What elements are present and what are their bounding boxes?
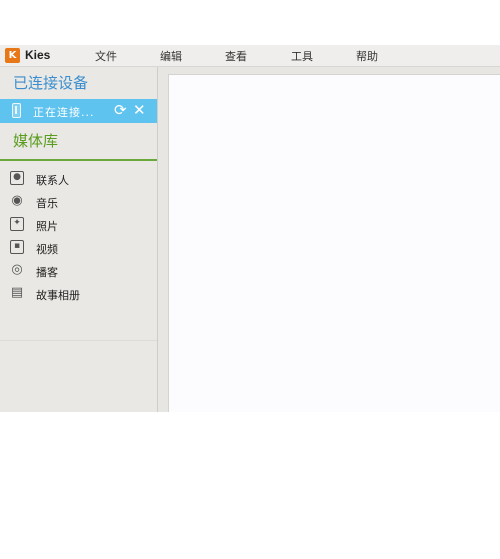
- library-item-music[interactable]: ◉ 音乐: [0, 191, 157, 213]
- menu-view[interactable]: 查看: [225, 48, 247, 64]
- library-item-label: 故事相册: [36, 289, 80, 302]
- menu-file[interactable]: 文件: [95, 48, 117, 64]
- sidebar: 已连接设备 正在连接... ⟳ ✕ 媒体库 ● 联系人 ◉ 音乐 ✦ 照片 ▪ …: [0, 67, 158, 412]
- kies-window: K Kies 文件 编辑 查看 工具 帮助 已连接设备 正在连接... ⟳ ✕ …: [0, 45, 500, 412]
- library-item-label: 视频: [36, 243, 58, 256]
- media-library-divider: [0, 159, 157, 161]
- device-row-connecting[interactable]: 正在连接... ⟳ ✕: [0, 99, 157, 123]
- podcast-icon: ◎: [11, 262, 23, 277]
- menu-help[interactable]: 帮助: [356, 48, 378, 64]
- menu-tools[interactable]: 工具: [291, 48, 313, 64]
- library-item-photos[interactable]: ✦ 照片: [0, 214, 157, 236]
- connected-devices-title: 已连接设备: [13, 74, 89, 92]
- phone-icon: [12, 103, 21, 118]
- media-library-title: 媒体库: [13, 132, 59, 150]
- contacts-icon: ●: [10, 171, 24, 185]
- refresh-icon[interactable]: ⟳: [114, 102, 127, 119]
- story-album-icon: ▤: [10, 285, 24, 300]
- menu-bar: K Kies 文件 编辑 查看 工具 帮助: [0, 45, 500, 67]
- library-item-contacts[interactable]: ● 联系人: [0, 168, 157, 190]
- photo-icon: ✦: [10, 217, 24, 231]
- library-item-label: 播客: [36, 266, 58, 279]
- library-item-label: 联系人: [36, 174, 69, 187]
- device-status-label: 正在连接...: [33, 106, 95, 119]
- music-icon: ◉: [11, 193, 23, 208]
- app-title: Kies: [25, 48, 51, 62]
- menu-edit[interactable]: 编辑: [160, 48, 182, 64]
- main-content-panel: [168, 74, 500, 412]
- library-item-label: 音乐: [36, 197, 58, 210]
- kies-logo-icon: K: [5, 48, 20, 63]
- library-list-divider: [0, 340, 157, 341]
- close-icon[interactable]: ✕: [133, 102, 146, 119]
- library-item-videos[interactable]: ▪ 视频: [0, 237, 157, 259]
- library-item-podcasts[interactable]: ◎ 播客: [0, 260, 157, 282]
- library-item-story-album[interactable]: ▤ 故事相册: [0, 283, 157, 305]
- video-icon: ▪: [10, 240, 24, 254]
- library-item-label: 照片: [36, 220, 58, 233]
